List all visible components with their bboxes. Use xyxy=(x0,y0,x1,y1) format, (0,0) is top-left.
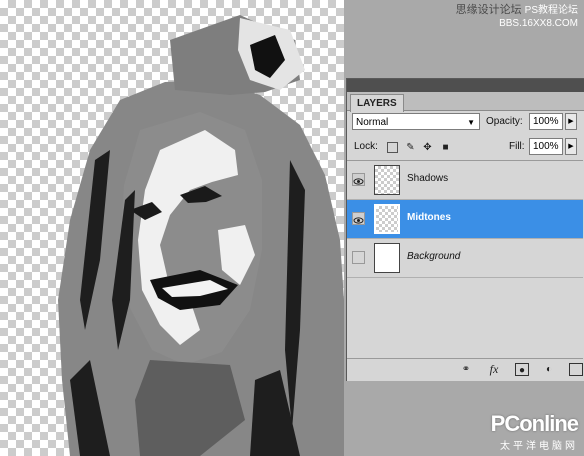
lock-transparent-pixels-icon[interactable] xyxy=(387,142,398,153)
watermark-url: BBS.16XX8.COM xyxy=(499,18,578,29)
panel-titlebar[interactable] xyxy=(347,79,584,92)
layer-row-background[interactable]: Background xyxy=(347,239,583,278)
fill-stepper-icon[interactable]: ▶ xyxy=(565,138,577,155)
new-layer-icon[interactable] xyxy=(569,363,583,376)
watermark-bottom: PConline 太平洋电脑网 xyxy=(490,411,579,452)
watermark-subtitle: 太平洋电脑网 xyxy=(500,441,578,452)
mask-icon[interactable]: ● xyxy=(515,363,529,376)
opacity-field[interactable]: 100% xyxy=(529,113,563,130)
layers-panel: LAYERS Normal ▼ Opacity: 100% ▶ Lock: ✎ … xyxy=(346,78,584,381)
layer-name: Midtones xyxy=(407,212,451,223)
document-canvas[interactable] xyxy=(0,0,344,456)
layer-thumbnail xyxy=(374,243,400,273)
watermark-top: 思缘设计论坛 PS教程论坛 BBS.16XX8.COM xyxy=(456,4,578,30)
watermark-logo: PConline xyxy=(490,411,579,436)
layer-row-midtones[interactable]: Midtones xyxy=(347,200,583,239)
layer-thumbnail xyxy=(374,204,400,234)
fill-field[interactable]: 100% xyxy=(529,138,563,155)
opacity-label: Opacity: xyxy=(486,116,523,127)
visibility-eye-icon[interactable] xyxy=(352,212,365,225)
layer-name: Shadows xyxy=(407,173,449,184)
panel-bottom-bar: ⚭ fx ● ◐ xyxy=(347,358,583,381)
visibility-eye-icon[interactable] xyxy=(352,173,365,186)
blend-mode-select[interactable]: Normal ▼ xyxy=(352,113,480,130)
layer-thumbnail xyxy=(374,165,400,195)
layers-list: Shadows Midtones Background xyxy=(347,160,583,358)
posterized-portrait-image xyxy=(58,15,344,456)
blend-mode-value: Normal xyxy=(356,117,389,128)
layer-row-shadows[interactable]: Shadows xyxy=(347,161,583,200)
opacity-stepper-icon[interactable]: ▶ xyxy=(565,113,577,130)
fill-label: Fill: xyxy=(509,141,525,152)
layer-name: Background xyxy=(407,251,461,262)
link-icon[interactable]: ⚭ xyxy=(459,363,473,376)
visibility-toggle-empty[interactable] xyxy=(352,251,365,264)
panel-tabs: LAYERS xyxy=(347,92,584,112)
lock-position-icon[interactable]: ✥ xyxy=(422,142,433,153)
adjustment-icon[interactable]: ◐ xyxy=(542,363,556,376)
lock-image-pixels-icon[interactable]: ✎ xyxy=(405,142,416,153)
lock-all-icon[interactable]: ■ xyxy=(440,142,451,153)
lock-label: Lock: xyxy=(354,141,378,152)
dropdown-arrow-icon: ▼ xyxy=(467,118,475,127)
tab-layers[interactable]: LAYERS xyxy=(350,94,404,112)
watermark-site: PS教程论坛 xyxy=(524,5,578,16)
watermark-text: 思缘设计论坛 xyxy=(455,4,522,16)
fx-icon[interactable]: fx xyxy=(487,363,501,376)
